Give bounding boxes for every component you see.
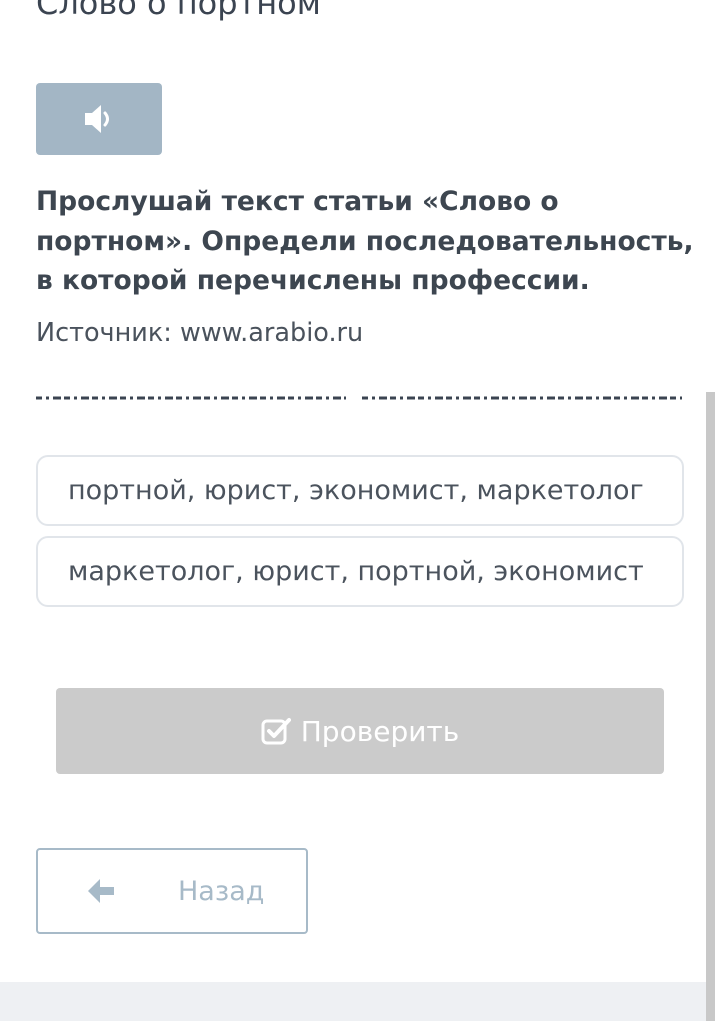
check-button-label: Проверить — [300, 714, 460, 748]
exercise-page: Слово о портном Прослушай текст статьи «… — [0, 0, 720, 1021]
checkbox-icon — [261, 718, 291, 745]
question-text: Прослушай текст статьи «Слово о портном»… — [36, 186, 694, 296]
back-button[interactable]: Назад — [36, 848, 308, 934]
back-button-label: Назад — [178, 876, 265, 907]
arrow-left-icon — [88, 879, 114, 903]
scrollbar[interactable] — [706, 392, 715, 1021]
source-text: Источник: www.arabio.ru — [36, 318, 364, 348]
check-button[interactable]: Проверить — [56, 688, 664, 774]
answer-option[interactable]: портной, юрист, экономист, маркетолог — [36, 455, 684, 526]
answer-option-label: портной, юрист, экономист, маркетолог — [68, 475, 644, 506]
speaker-icon — [85, 105, 109, 133]
answer-option[interactable]: маркетолог, юрист, портной, экономист — [36, 536, 684, 607]
audio-play-button[interactable] — [36, 83, 162, 155]
page-title: Слово о портном — [36, 0, 321, 22]
dashed-divider — [36, 396, 682, 400]
answer-option-label: маркетолог, юрист, портной, экономист — [68, 556, 644, 587]
page-footer — [0, 982, 706, 1021]
